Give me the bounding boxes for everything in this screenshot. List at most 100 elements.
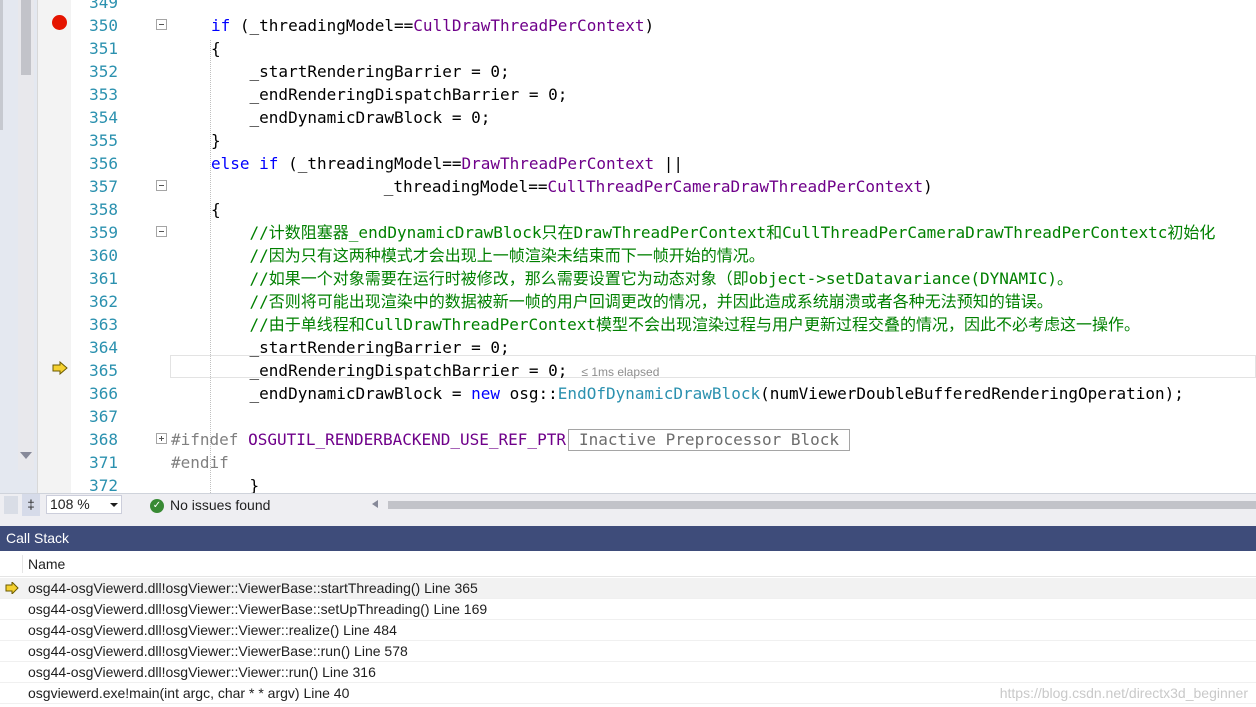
frame-text: osg44-osgViewerd.dll!osgViewer::ViewerBa… — [28, 580, 478, 596]
code-text: _endRenderingDispatchBarrier = 0; — [211, 83, 568, 106]
frame-text: osg44-osgViewerd.dll!osgViewer::ViewerBa… — [28, 601, 488, 617]
scrollbar-thumb[interactable] — [21, 0, 31, 75]
code-text: _startRenderingBarrier = 0; — [211, 60, 510, 83]
breakpoint-margin[interactable] — [37, 0, 71, 493]
code-token: CullThreadPerCameraDrawThreadPerContext — [547, 177, 924, 196]
code-lines[interactable]: 349 350 if (_threadingModel==CullDrawThrea… — [70, 0, 1256, 493]
code-token: _endRenderingDispatchBarrier = 0; — [211, 361, 568, 380]
code-line[interactable]: 352 _startRenderingBarrier = 0; — [70, 60, 1256, 83]
collapse-icon[interactable] — [156, 19, 167, 30]
call-stack-row[interactable]: osg44-osgViewerd.dll!osgViewer::Viewer::… — [0, 662, 1256, 683]
line-number: 354 — [89, 108, 118, 127]
pin-icon[interactable]: ‡ — [22, 494, 40, 516]
line-number: 366 — [89, 384, 118, 403]
line-number: 364 — [89, 338, 118, 357]
scroll-down-arrow-icon[interactable] — [20, 452, 32, 459]
call-stack-panel: Call Stack Name osg44-osgViewerd.dll!osg… — [0, 526, 1256, 707]
code-line[interactable]: 354 _endDynamicDrawBlock = 0; — [70, 106, 1256, 129]
code-token: ) — [644, 16, 655, 35]
code-text: #ifndef OSGUTIL_RENDERBACKEND_USE_REF_PT… — [171, 428, 851, 451]
call-stack-row[interactable]: osg44-osgViewerd.dll!osgViewer::ViewerBa… — [0, 599, 1256, 620]
line-number: 363 — [89, 315, 118, 334]
call-stack-row[interactable]: osg44-osgViewerd.dll!osgViewer::ViewerBa… — [0, 578, 1256, 599]
frame-text: osgviewerd.exe!main(int argc, char * * a… — [28, 685, 350, 701]
code-line[interactable]: 363 //由于单线程和CullDrawThreadPerContext模型不会… — [70, 313, 1256, 336]
line-number: 349 — [89, 0, 118, 12]
code-line[interactable]: 353 _endRenderingDispatchBarrier = 0; — [70, 83, 1256, 106]
code-line[interactable]: 367 — [70, 405, 1256, 428]
panel-splitter[interactable] — [0, 516, 1256, 526]
inactive-preprocessor-block[interactable]: Inactive Preprocessor Block — [567, 429, 851, 451]
breakpoint-icon[interactable] — [52, 15, 67, 30]
code-line[interactable]: 358 { — [70, 198, 1256, 221]
code-token: } — [211, 476, 260, 493]
code-line[interactable]: 351 { — [70, 37, 1256, 60]
editor-status-bar: ‡ 108 % ✓ No issues found — [0, 493, 1256, 516]
code-text: _startRenderingBarrier = 0; — [211, 336, 510, 359]
code-line[interactable]: 357 _threadingModel==CullThreadPerCamera… — [70, 175, 1256, 198]
zoom-value: 108 % — [50, 496, 90, 512]
code-line[interactable]: 360 //因为只有这两种模式才会出现上一帧渲染未结束而下一帧开始的情况。 — [70, 244, 1256, 267]
perf-tip-elapsed[interactable]: ≤ 1ms elapsed — [581, 365, 659, 379]
line-number: 371 — [89, 453, 118, 472]
code-token: { — [211, 39, 221, 58]
code-token: { — [211, 200, 221, 219]
panel-title: Call Stack — [0, 526, 1256, 551]
vertical-scrollbar[interactable] — [18, 0, 34, 470]
line-number: 372 — [89, 476, 118, 493]
code-text: _threadingModel==CullThreadPerCameraDraw… — [297, 175, 933, 198]
code-line[interactable]: 359 //计数阻塞器_endDynamicDrawBlock只在DrawThr… — [70, 221, 1256, 244]
code-text: { — [211, 37, 221, 60]
code-editor[interactable]: 349 350 if (_threadingModel==CullDrawThrea… — [0, 0, 1256, 493]
call-stack-row[interactable]: osg44-osgViewerd.dll!osgViewer::Viewer::… — [0, 620, 1256, 641]
code-line[interactable]: 361 //如果一个对象需要在运行时被修改，那么需要设置它为动态对象（即obje… — [70, 267, 1256, 290]
zoom-dropdown[interactable]: 108 % — [46, 495, 122, 514]
code-line[interactable]: 365 _endRenderingDispatchBarrier = 0; ≤ 1… — [70, 359, 1256, 382]
line-number: 365 — [89, 361, 118, 380]
code-token: osg:: — [500, 384, 558, 403]
code-text: else if (_threadingModel==DrawThreadPerC… — [211, 152, 683, 175]
code-line[interactable]: 349 — [70, 0, 1256, 14]
code-line[interactable]: 366 _endDynamicDrawBlock = new osg::EndO… — [70, 382, 1256, 405]
issues-text: No issues found — [170, 497, 271, 513]
code-token: _endDynamicDrawBlock = — [211, 384, 472, 403]
code-token: (numViewerDoubleBufferedRenderingOperati… — [760, 384, 1184, 403]
code-line[interactable]: 362 //否则将可能出现渲染中的数据被新一帧的用户回调更改的情况，并因此造成系… — [70, 290, 1256, 313]
line-number: 357 — [89, 177, 118, 196]
code-token: _startRenderingBarrier = 0; — [211, 62, 510, 81]
code-line[interactable]: 356 else if (_threadingModel==DrawThreadP… — [70, 152, 1256, 175]
line-number: 358 — [89, 200, 118, 219]
code-token: _startRenderingBarrier = 0; — [211, 338, 510, 357]
code-token: //计数阻塞器_endDynamicDrawBlock只在DrawThreadP… — [211, 223, 1216, 242]
collapse-icon[interactable] — [156, 180, 167, 191]
code-token: || — [654, 154, 684, 173]
code-text: _endRenderingDispatchBarrier = 0; ≤ 1ms e… — [211, 359, 660, 384]
margin-tool-icon[interactable] — [4, 496, 18, 514]
code-line[interactable]: 368 #ifndef OSGUTIL_RENDERBACKEND_USE_REF… — [70, 428, 1256, 451]
code-line[interactable]: 355} — [70, 129, 1256, 152]
column-header-row: Name — [0, 551, 1256, 577]
chevron-down-icon[interactable] — [110, 503, 118, 507]
column-header-name[interactable]: Name — [28, 551, 65, 577]
scroll-left-arrow-icon[interactable] — [372, 500, 378, 508]
code-line[interactable]: 372 } — [70, 474, 1256, 493]
code-text: } — [211, 129, 221, 152]
line-number: 367 — [89, 407, 118, 426]
code-line[interactable]: 350 if (_threadingModel==CullDrawThreadPe… — [70, 14, 1256, 37]
code-token: //如果一个对象需要在运行时被修改，那么需要设置它为动态对象（即object->… — [211, 269, 1074, 288]
code-token: _endDynamicDrawBlock = 0; — [211, 108, 491, 127]
code-token: #ifndef — [171, 430, 239, 449]
collapse-icon[interactable] — [156, 226, 167, 237]
code-text: _endDynamicDrawBlock = 0; — [211, 106, 491, 129]
frame-text: osg44-osgViewerd.dll!osgViewer::Viewer::… — [28, 664, 376, 680]
code-token: //因为只有这两种模式才会出现上一帧渲染未结束而下一帧开始的情况。 — [211, 246, 765, 265]
code-line[interactable]: 364 _startRenderingBarrier = 0; — [70, 336, 1256, 359]
code-text: //计数阻塞器_endDynamicDrawBlock只在DrawThreadP… — [211, 221, 1216, 244]
issues-indicator[interactable]: ✓ No issues found — [150, 495, 270, 515]
code-line[interactable]: 371 #endif — [70, 451, 1256, 474]
horizontal-scrollbar-thumb[interactable] — [388, 501, 1256, 509]
expand-icon[interactable] — [156, 433, 167, 444]
call-stack-row[interactable]: osg44-osgViewerd.dll!osgViewer::ViewerBa… — [0, 641, 1256, 662]
code-token: _endRenderingDispatchBarrier = 0; — [211, 85, 568, 104]
